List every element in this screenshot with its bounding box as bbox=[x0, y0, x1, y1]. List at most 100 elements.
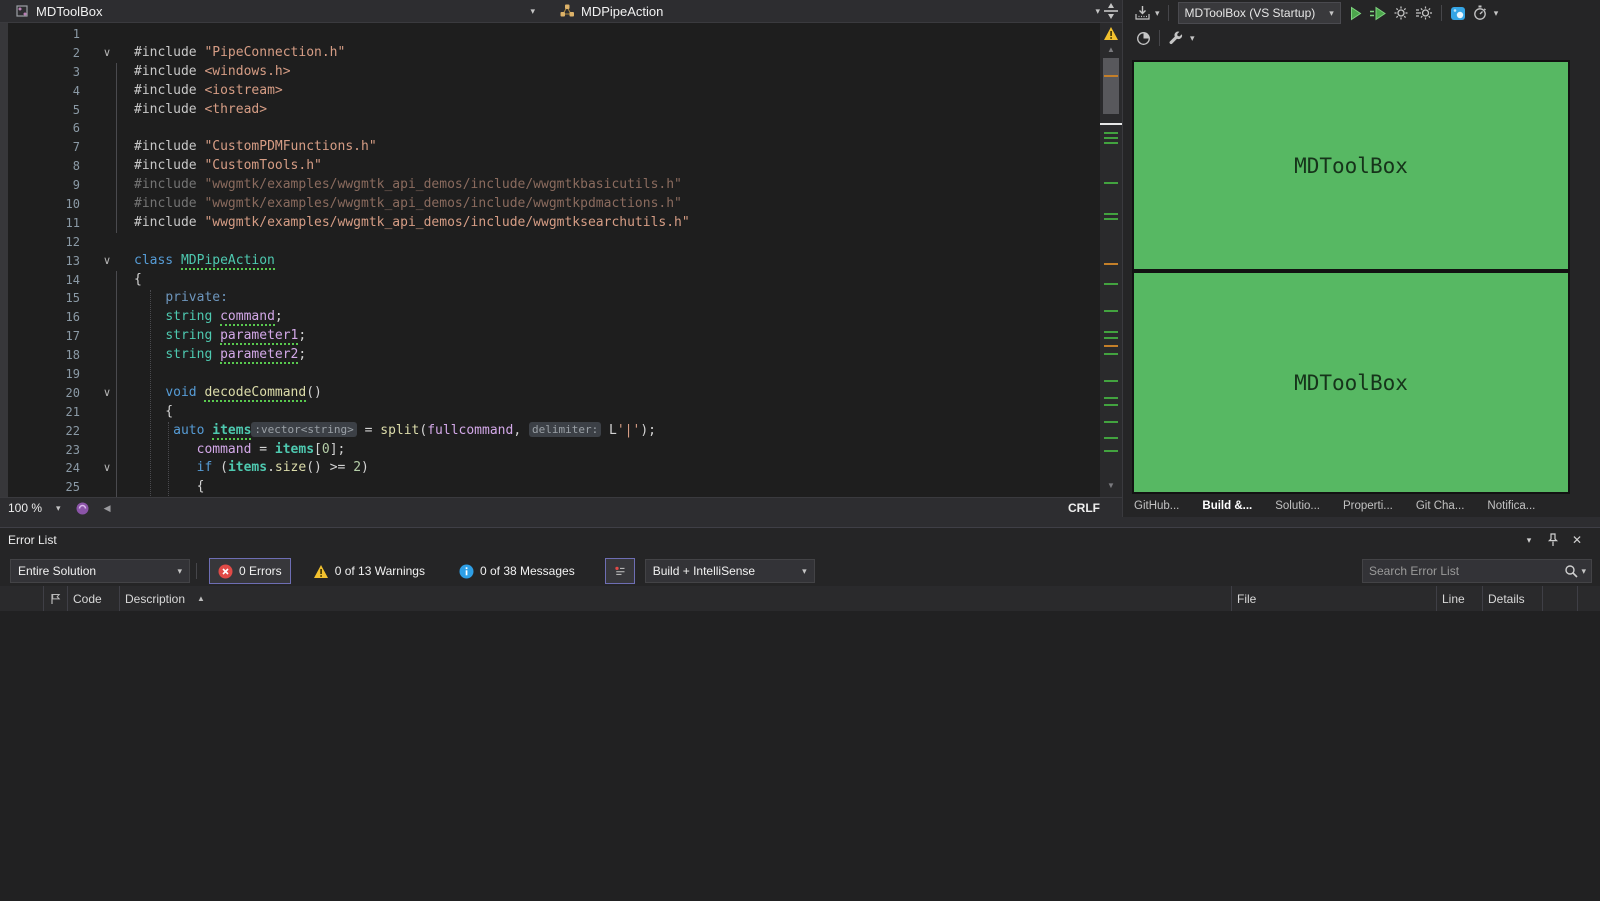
source-dropdown[interactable]: Build + IntelliSense ▾ bbox=[645, 559, 815, 583]
member-dropdown[interactable]: MDPipeAction ▾ bbox=[545, 0, 1122, 22]
column-selection[interactable] bbox=[0, 586, 44, 611]
column-extra[interactable] bbox=[1578, 586, 1600, 611]
panel-tab[interactable]: Solutio... bbox=[1275, 500, 1320, 512]
editor-vertical-scrollbar[interactable]: ▲ ▼ bbox=[1100, 23, 1122, 497]
code-line[interactable]: 10#include "wwgmtk/examples/wwgmtk_api_d… bbox=[8, 195, 1100, 214]
code-line[interactable]: 19 bbox=[8, 365, 1100, 384]
code-text: #include <windows.h> bbox=[134, 63, 1100, 82]
code-line[interactable]: 8#include "CustomTools.h" bbox=[8, 157, 1100, 176]
scroll-up-arrow[interactable]: ▲ bbox=[1100, 45, 1122, 54]
code-line[interactable]: 4#include <iostream> bbox=[8, 82, 1100, 101]
code-line[interactable]: 15 private: bbox=[8, 289, 1100, 308]
code-line[interactable]: 23 command = items[0]; bbox=[8, 441, 1100, 460]
start-without-debugging-button[interactable] bbox=[1366, 6, 1390, 21]
column-file[interactable]: File bbox=[1232, 586, 1437, 611]
panel-tab[interactable]: Properti... bbox=[1343, 500, 1393, 512]
code-line[interactable]: 25 { bbox=[8, 478, 1100, 497]
start-debugging-button[interactable] bbox=[1345, 6, 1366, 21]
designer-surface-bottom[interactable]: MDToolBox bbox=[1132, 271, 1570, 494]
hot-reload-button[interactable] bbox=[1390, 5, 1412, 21]
error-list-grid-body[interactable] bbox=[0, 611, 1600, 901]
column-details[interactable]: Details bbox=[1483, 586, 1543, 611]
saved-change-mark bbox=[1104, 310, 1118, 312]
code-line[interactable]: 16 string command; bbox=[8, 308, 1100, 327]
search-input[interactable] bbox=[1363, 564, 1564, 578]
project-dropdown[interactable]: MDToolBox ▾ bbox=[0, 0, 545, 22]
panel-tab[interactable]: GitHub... bbox=[1134, 500, 1179, 512]
fold-chevron-icon[interactable]: ∨ bbox=[80, 384, 134, 403]
startup-project-dropdown[interactable]: MDToolBox (VS Startup) ▾ bbox=[1178, 2, 1341, 24]
chevron-down-icon: ▾ bbox=[530, 7, 535, 16]
code-lines: 12∨#include "PipeConnection.h"3#include … bbox=[8, 25, 1100, 497]
code-line[interactable]: 12 bbox=[8, 233, 1100, 252]
code-text: #include <thread> bbox=[134, 101, 1100, 120]
warnings-filter-toggle[interactable]: 0 of 13 Warnings bbox=[305, 558, 433, 584]
fold-chevron-icon[interactable]: ∨ bbox=[80, 459, 134, 478]
fold-gutter bbox=[80, 157, 134, 176]
scope-dropdown-label: Entire Solution bbox=[18, 564, 177, 578]
column-line[interactable]: Line bbox=[1437, 586, 1483, 611]
build-tools-button[interactable]: ▾ bbox=[1165, 30, 1198, 46]
column-description[interactable]: Description ▲ bbox=[120, 586, 1232, 611]
code-line[interactable]: 21 { bbox=[8, 403, 1100, 422]
code-text bbox=[134, 25, 1100, 44]
window-menu-caret[interactable]: ▾ bbox=[1520, 532, 1538, 548]
filter-button[interactable] bbox=[605, 558, 635, 584]
code-line[interactable]: 5#include <thread> bbox=[8, 101, 1100, 120]
eol-indicator[interactable]: CRLF bbox=[1068, 501, 1100, 515]
saved-change-mark bbox=[1104, 450, 1118, 452]
search-options-caret[interactable]: ▾ bbox=[1581, 567, 1586, 576]
code-line[interactable]: 6 bbox=[8, 119, 1100, 138]
hscroll-left-arrow[interactable]: ◀ bbox=[104, 503, 111, 514]
saved-change-mark bbox=[1104, 142, 1118, 144]
deploy-button[interactable]: ▾ bbox=[1131, 5, 1163, 21]
column-code[interactable]: Code bbox=[68, 586, 120, 611]
scroll-down-arrow[interactable]: ▼ bbox=[1100, 481, 1122, 490]
fold-chevron-icon[interactable]: ∨ bbox=[80, 252, 134, 271]
scrollbar-caret-position bbox=[1100, 123, 1122, 125]
panel-tab[interactable]: Notifica... bbox=[1487, 500, 1535, 512]
hot-reload-on-save-button[interactable] bbox=[1412, 5, 1436, 21]
scope-dropdown[interactable]: Entire Solution ▾ bbox=[10, 559, 190, 583]
fold-chevron-icon[interactable]: ∨ bbox=[80, 44, 134, 63]
code-health-icon[interactable] bbox=[75, 501, 90, 516]
column-severity[interactable] bbox=[44, 586, 68, 611]
split-editor-handle[interactable] bbox=[1100, 0, 1122, 22]
performance-profiler-button[interactable]: ▾ bbox=[1469, 5, 1502, 21]
panel-tab[interactable]: Build &... bbox=[1202, 500, 1252, 512]
code-line[interactable]: 1 bbox=[8, 25, 1100, 44]
zoom-dropdown-caret[interactable]: ▾ bbox=[56, 504, 61, 513]
scrollbar-thumb[interactable] bbox=[1103, 58, 1119, 114]
horizontal-scrollbar[interactable] bbox=[110, 498, 1068, 518]
code-line[interactable]: 18 string parameter2; bbox=[8, 346, 1100, 365]
errors-filter-toggle[interactable]: 0 Errors bbox=[209, 558, 291, 584]
column-extra[interactable] bbox=[1543, 586, 1578, 611]
panel-tab[interactable]: Git Cha... bbox=[1416, 500, 1465, 512]
zoom-level[interactable]: 100 % bbox=[8, 501, 42, 515]
fold-gutter bbox=[80, 478, 134, 497]
code-editor[interactable]: 12∨#include "PipeConnection.h"3#include … bbox=[8, 23, 1100, 497]
code-line[interactable]: 24∨ if (items.size() >= 2) bbox=[8, 459, 1100, 478]
live-capture-button[interactable] bbox=[1447, 5, 1469, 21]
code-line[interactable]: 14{ bbox=[8, 271, 1100, 290]
code-line[interactable]: 2∨#include "PipeConnection.h" bbox=[8, 44, 1100, 63]
code-line[interactable]: 13∨class MDPipeAction bbox=[8, 252, 1100, 271]
search-box[interactable]: ▾ bbox=[1362, 559, 1592, 583]
editor-status-bar: 100 % ▾ ◀ CRLF bbox=[0, 497, 1122, 518]
code-line[interactable]: 3#include <windows.h> bbox=[8, 63, 1100, 82]
code-line[interactable]: 7#include "CustomPDMFunctions.h" bbox=[8, 138, 1100, 157]
close-icon[interactable]: ✕ bbox=[1568, 532, 1586, 548]
code-line[interactable]: 9#include "wwgmtk/examples/wwgmtk_api_de… bbox=[8, 176, 1100, 195]
pin-icon[interactable] bbox=[1544, 532, 1562, 548]
messages-filter-toggle[interactable]: 0 of 38 Messages bbox=[451, 558, 583, 584]
pie-progress-icon bbox=[1136, 31, 1151, 46]
code-coverage-button[interactable] bbox=[1133, 31, 1154, 46]
editor-navigation-bar: MDToolBox ▾ MDPipeAction ▾ bbox=[0, 0, 1122, 23]
code-line[interactable]: 17 string parameter1; bbox=[8, 327, 1100, 346]
designer-surface-top[interactable]: MDToolBox bbox=[1132, 60, 1570, 271]
code-line[interactable]: 11#include "wwgmtk/examples/wwgmtk_api_d… bbox=[8, 214, 1100, 233]
code-line[interactable]: 22 auto items:vector<string> = split(ful… bbox=[8, 422, 1100, 441]
code-text: { bbox=[134, 403, 1100, 422]
fold-gutter bbox=[80, 422, 134, 441]
code-line[interactable]: 20∨ void decodeCommand() bbox=[8, 384, 1100, 403]
